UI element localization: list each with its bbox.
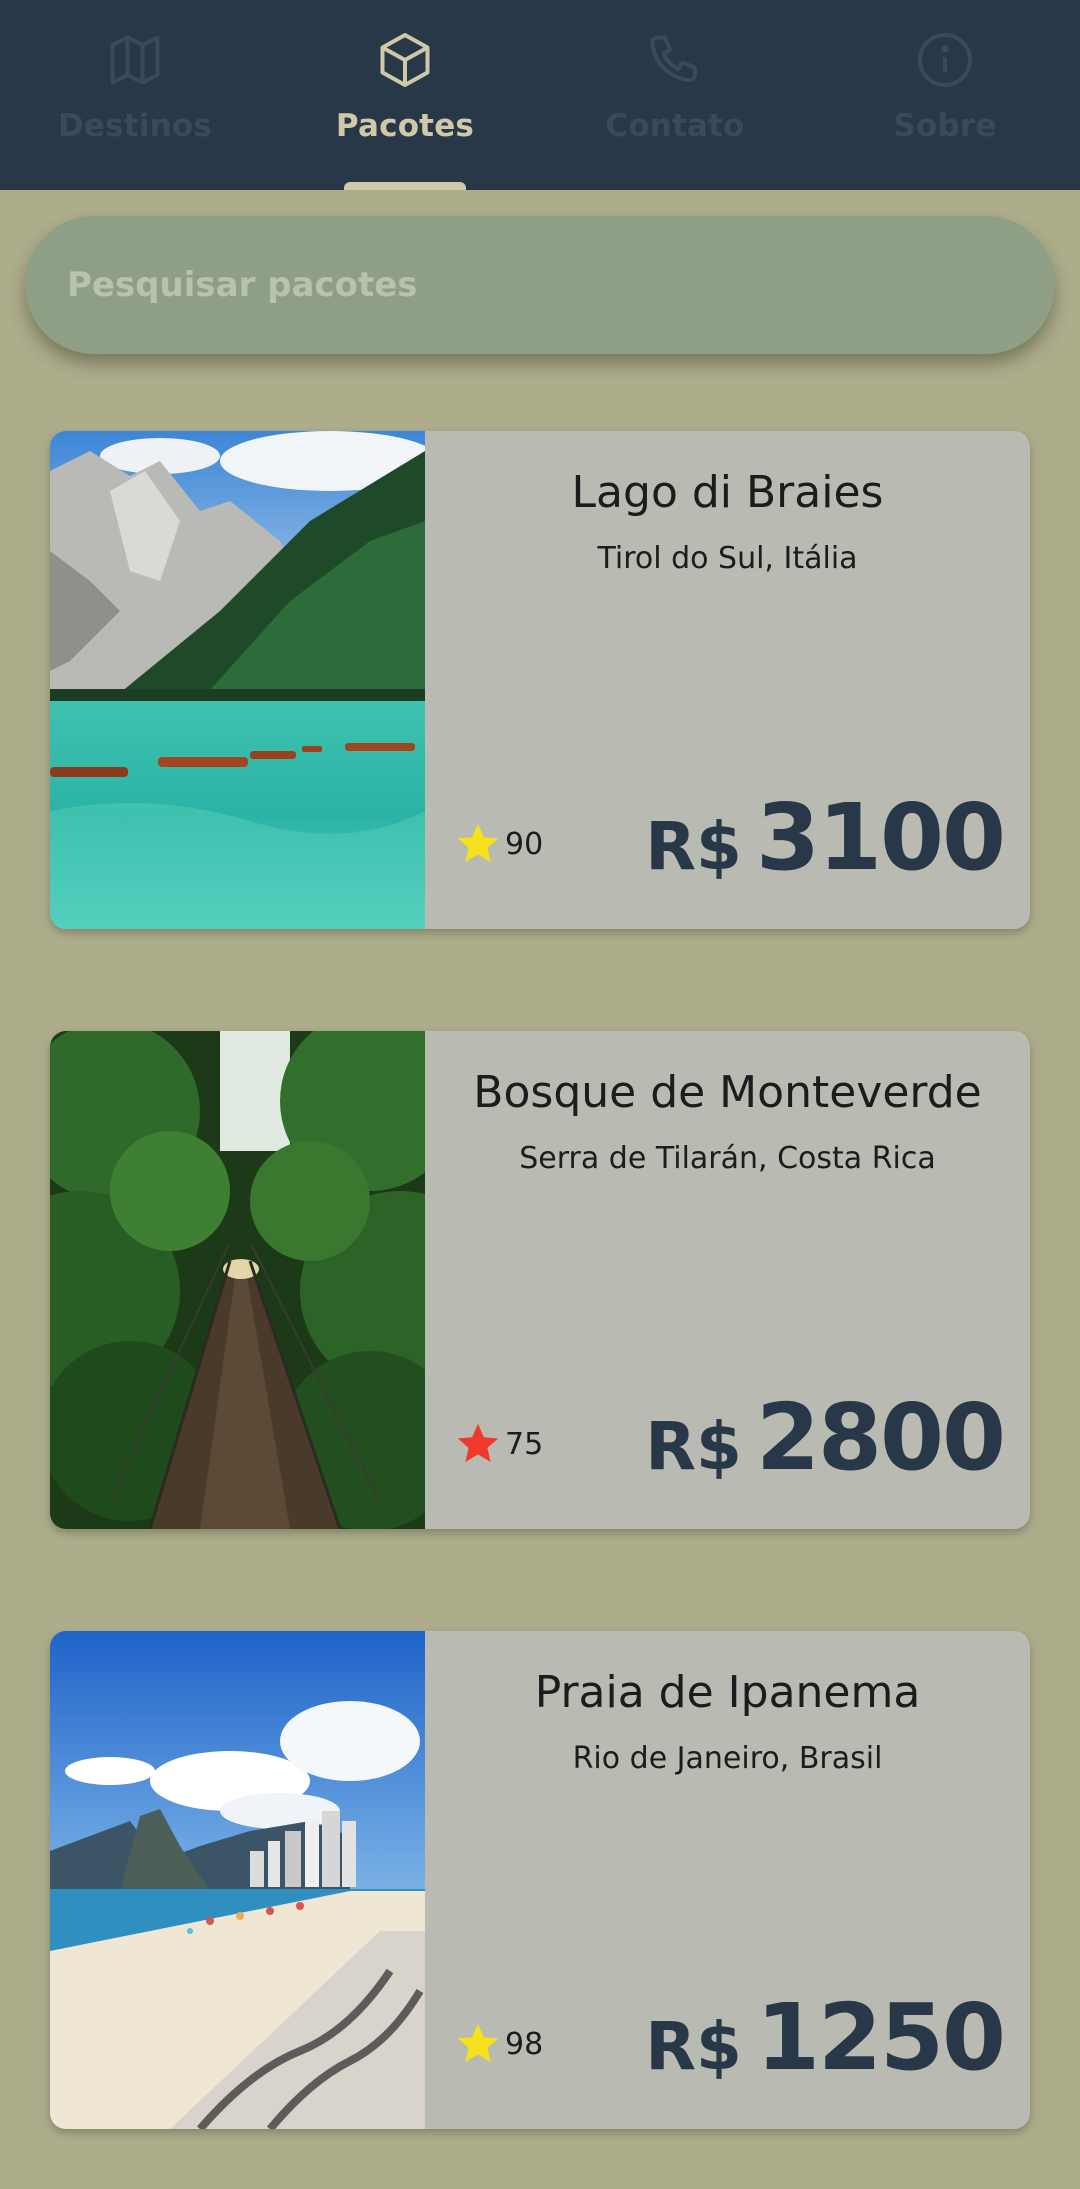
- tab-label: Sobre: [893, 108, 997, 144]
- info-icon: [918, 33, 972, 87]
- tab-contato[interactable]: Contato: [540, 0, 810, 190]
- phone-icon: [650, 35, 697, 82]
- package-name: Praia de Ipanema: [534, 1667, 921, 1718]
- star-icon: [457, 823, 499, 863]
- package-name: Bosque de Monteverde: [473, 1067, 982, 1118]
- package-card-lago-di-braies[interactable]: Lago di Braies Tirol do Sul, Itália 90 R…: [50, 431, 1030, 929]
- package-info: Lago di Braies Tirol do Sul, Itália 90 R…: [425, 431, 1030, 929]
- tab-destinos[interactable]: Destinos: [0, 0, 270, 190]
- package-rating: 98: [455, 2021, 543, 2067]
- rating-value: 98: [505, 2026, 544, 2062]
- package-price: R$ 3100: [645, 784, 1006, 891]
- active-tab-indicator: [344, 182, 466, 190]
- package-price: R$ 1250: [645, 1984, 1006, 2091]
- tab-label: Destinos: [57, 108, 213, 144]
- tab-label: Contato: [605, 108, 745, 144]
- tab-pacotes[interactable]: Pacotes: [270, 0, 540, 190]
- beach-city-photo: [50, 1631, 425, 2129]
- price-amount: 1250: [755, 1984, 1006, 2091]
- price-amount: 3100: [755, 784, 1006, 891]
- rating-value: 75: [505, 1426, 544, 1462]
- tab-sobre[interactable]: Sobre: [810, 0, 1080, 190]
- top-tab-bar: Destinos Pacotes Contato Sobre: [0, 0, 1080, 190]
- box-icon: [380, 33, 430, 87]
- package-info: Praia de Ipanema Rio de Janeiro, Brasil …: [425, 1631, 1030, 2129]
- price-currency: R$: [645, 1408, 742, 1485]
- map-icon: [110, 35, 160, 85]
- rating-value: 90: [505, 826, 544, 862]
- package-info: Bosque de Monteverde Serra de Tilarán, C…: [425, 1031, 1030, 1529]
- price-currency: R$: [645, 808, 742, 885]
- package-price: R$ 2800: [645, 1384, 1006, 1491]
- tab-label: Pacotes: [335, 108, 475, 144]
- package-location: Serra de Tilarán, Costa Rica: [519, 1141, 936, 1176]
- package-card-praia-de-ipanema[interactable]: Praia de Ipanema Rio de Janeiro, Brasil …: [50, 1631, 1030, 2129]
- package-name: Lago di Braies: [571, 467, 884, 518]
- forest-bridge-photo: [50, 1031, 425, 1529]
- search-bar: [25, 216, 1055, 354]
- price-amount: 2800: [755, 1384, 1006, 1491]
- search-input[interactable]: [65, 264, 989, 306]
- price-currency: R$: [645, 2008, 742, 2085]
- star-icon: [457, 1423, 499, 1463]
- package-rating: 90: [455, 821, 543, 867]
- package-card-bosque-de-monteverde[interactable]: Bosque de Monteverde Serra de Tilarán, C…: [50, 1031, 1030, 1529]
- package-location: Rio de Janeiro, Brasil: [572, 1741, 883, 1776]
- package-location: Tirol do Sul, Itália: [597, 541, 858, 576]
- package-rating: 75: [455, 1421, 543, 1467]
- star-icon: [457, 2023, 499, 2063]
- lake-mountain-photo: [50, 431, 425, 929]
